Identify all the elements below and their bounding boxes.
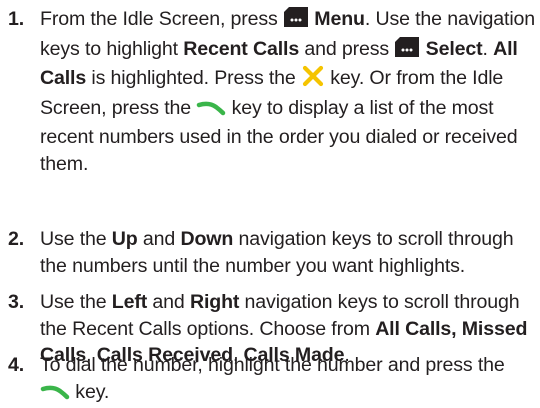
step-text: To dial the number, highlight the number… [40, 352, 536, 408]
bold-term: Down [180, 228, 234, 250]
step-number: 1. [8, 8, 25, 30]
send-key-icon [40, 382, 70, 408]
step-text-run: . [482, 37, 494, 60]
bold-term: Left [111, 291, 148, 313]
step-text-run: From the Idle Screen, press [40, 8, 283, 30]
step-text-run: and [137, 228, 181, 250]
send-key-icon [196, 98, 226, 125]
bold-term: Right [189, 291, 240, 313]
step-text-run: To dial the number, highlight the number… [40, 354, 505, 376]
bold-term: Recent Calls [183, 37, 300, 60]
step-text-run: and [147, 291, 190, 313]
recent-calls-key-icon [301, 65, 325, 95]
step-text-run: key. [70, 380, 110, 403]
bold-term: Up [111, 228, 138, 250]
step-text-run: Use the [40, 228, 112, 250]
step-number: 4. [8, 354, 25, 376]
bold-term: Select [425, 37, 483, 60]
step-text: Use the Up and Down navigation keys to s… [40, 226, 536, 279]
step-number: 3. [8, 291, 25, 313]
step-text-run: Use the [40, 291, 112, 313]
menu-softkey-icon [394, 36, 420, 66]
menu-softkey-icon [283, 6, 309, 36]
step-text-run: is highlighted. Press the [86, 67, 301, 90]
step-number: 2. [8, 228, 25, 250]
step-text: From the Idle Screen, press Menu. Use th… [40, 6, 536, 178]
bold-term: Menu [314, 8, 365, 30]
step-text-run: and press [299, 37, 395, 60]
